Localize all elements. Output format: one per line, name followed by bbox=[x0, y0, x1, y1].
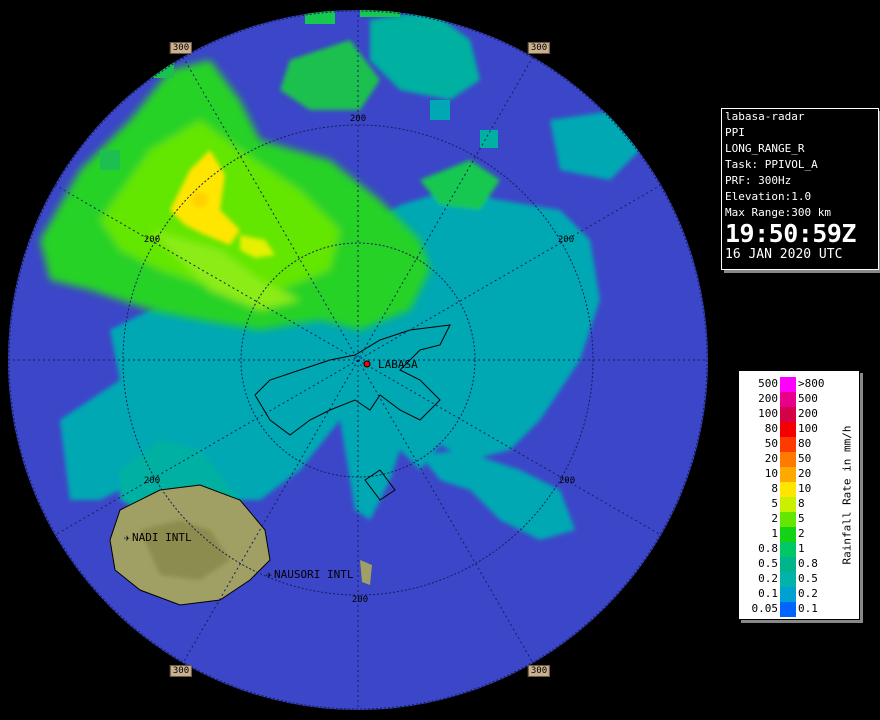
legend-high-value: 0.8 bbox=[798, 557, 818, 570]
ring-label-200-sw: 200 bbox=[143, 476, 161, 486]
legend-color-swatch bbox=[780, 572, 796, 587]
legend-color-swatch bbox=[780, 497, 796, 512]
legend-high-value: 500 bbox=[798, 392, 818, 405]
legend-high-value: 200 bbox=[798, 407, 818, 420]
legend-color-swatch bbox=[780, 602, 796, 617]
legend-low-value: 100 bbox=[758, 407, 778, 420]
legend-color-swatch bbox=[780, 452, 796, 467]
legend-high-value: >800 bbox=[798, 377, 825, 390]
info-product: PPI bbox=[725, 126, 745, 139]
legend-low-value: 10 bbox=[764, 467, 778, 480]
scan-date: 16 JAN 2020 UTC bbox=[725, 247, 843, 262]
legend-row: 10 20 bbox=[739, 466, 834, 482]
legend-row: 0.05 0.1 bbox=[739, 601, 834, 617]
legend-low-value: 1 bbox=[771, 527, 778, 540]
legend-low-value: 20 bbox=[764, 452, 778, 465]
legend-row: 25 bbox=[739, 511, 834, 527]
legend-color-swatch bbox=[780, 407, 796, 422]
legend-low-value: 2 bbox=[771, 512, 778, 525]
range-tag-300-ssw: 300 bbox=[169, 665, 193, 677]
legend-high-value: 1 bbox=[798, 542, 805, 555]
legend-color-swatch bbox=[780, 377, 796, 392]
legend-unit-label: Rainfall Rate in mm/h bbox=[840, 425, 854, 565]
legend-row: 0.2 0.5 bbox=[739, 571, 834, 587]
place-label-nadi: ✈ NADI INTL bbox=[124, 532, 192, 545]
legend-high-value: 0.5 bbox=[798, 572, 818, 585]
info-task: Task: PPIVOL_A bbox=[725, 158, 818, 171]
legend-low-value: 8 bbox=[771, 482, 778, 495]
scan-time: 19:50:59Z bbox=[725, 219, 856, 248]
legend-high-value: 50 bbox=[798, 452, 812, 465]
place-label-nausori-text: NAUSORI INTL bbox=[274, 568, 354, 581]
legend-high-value: 2 bbox=[798, 527, 805, 540]
place-label-nausori: ✈ NAUSORI INTL bbox=[266, 569, 353, 582]
range-tag-300-nnw: 300 bbox=[169, 42, 193, 54]
legend-low-value: 0.05 bbox=[751, 602, 779, 615]
legend-low-value: 500 bbox=[758, 377, 778, 390]
airport-icon: ✈ bbox=[266, 570, 273, 581]
legend-high-value: 100 bbox=[798, 422, 818, 435]
ring-label-200-ne: 200 bbox=[557, 235, 575, 245]
place-label-labasa: LABASA bbox=[378, 358, 418, 371]
legend-high-value: 20 bbox=[798, 467, 812, 480]
legend-high-value: 10 bbox=[798, 482, 812, 495]
legend-high-value: 0.1 bbox=[798, 602, 818, 615]
legend-row: 80 100 bbox=[739, 421, 834, 437]
radar-site-icon bbox=[363, 360, 371, 368]
legend-color-swatch bbox=[780, 482, 796, 497]
legend-low-value: 0.1 bbox=[758, 587, 778, 600]
legend-color-swatch bbox=[780, 587, 796, 602]
legend-color-swatch bbox=[780, 467, 796, 482]
ring-label-200-se: 200 bbox=[558, 476, 576, 486]
radar-ppi-image bbox=[8, 10, 708, 710]
place-label-nadi-text: NADI INTL bbox=[132, 531, 192, 544]
range-tag-300-nne: 300 bbox=[527, 42, 551, 54]
ring-label-200-s: 200 bbox=[351, 595, 369, 605]
legend-low-value: 0.5 bbox=[758, 557, 778, 570]
legend-color-swatch bbox=[780, 422, 796, 437]
legend-row: 50 80 bbox=[739, 436, 834, 452]
legend-low-value: 50 bbox=[764, 437, 778, 450]
radar-view[interactable]: 300 300 300 300 200 200 200 200 200 200 … bbox=[0, 0, 720, 720]
info-site: labasa-radar bbox=[725, 110, 805, 123]
legend-row: 20 50 bbox=[739, 451, 834, 467]
legend-low-value: 0.8 bbox=[758, 542, 778, 555]
legend-low-value: 200 bbox=[758, 392, 778, 405]
info-prf: PRF: 300Hz bbox=[725, 174, 792, 187]
legend-high-value: 5 bbox=[798, 512, 805, 525]
legend-color-swatch bbox=[780, 527, 796, 542]
legend-color-swatch bbox=[780, 557, 796, 572]
legend-low-value: 0.2 bbox=[758, 572, 778, 585]
legend-row: 8 10 bbox=[739, 481, 834, 497]
legend-color-swatch bbox=[780, 392, 796, 407]
legend-rows: 500 >800 200 500 100 200 80 100 50 80 20 50 10 20 8 10 5… bbox=[739, 376, 834, 617]
legend-row: 100 200 bbox=[739, 406, 834, 422]
legend-color-swatch bbox=[780, 542, 796, 557]
legend-row: 200 500 bbox=[739, 391, 834, 407]
legend-color-swatch bbox=[780, 512, 796, 527]
legend-high-value: 0.2 bbox=[798, 587, 818, 600]
legend-low-value: 80 bbox=[764, 422, 778, 435]
legend-row: 12 bbox=[739, 526, 834, 542]
info-mode: LONG_RANGE_R bbox=[725, 142, 805, 155]
radar-info-panel: labasa-radar PPI LONG_RANGE_R Task: PPIV… bbox=[721, 108, 879, 270]
legend-row: 0.8 1 bbox=[739, 541, 834, 557]
legend-low-value: 5 bbox=[771, 497, 778, 510]
ring-label-200-nw: 200 bbox=[143, 235, 161, 245]
range-tag-300-sse: 300 bbox=[527, 665, 551, 677]
rainfall-legend: 500 >800 200 500 100 200 80 100 50 80 20 50 10 20 8 10 5… bbox=[738, 370, 860, 620]
airport-icon: ✈ bbox=[124, 533, 131, 544]
legend-high-value: 8 bbox=[798, 497, 805, 510]
radar-display-page: 300 300 300 300 200 200 200 200 200 200 … bbox=[0, 0, 880, 720]
info-elevation: Elevation:1.0 bbox=[725, 190, 812, 203]
legend-color-swatch bbox=[780, 437, 796, 452]
legend-row: 0.5 0.8 bbox=[739, 556, 834, 572]
legend-row: 58 bbox=[739, 496, 834, 512]
legend-row: 500 >800 bbox=[739, 376, 834, 392]
legend-high-value: 80 bbox=[798, 437, 812, 450]
ring-label-200-n: 200 bbox=[349, 114, 367, 124]
legend-row: 0.1 0.2 bbox=[739, 586, 834, 602]
